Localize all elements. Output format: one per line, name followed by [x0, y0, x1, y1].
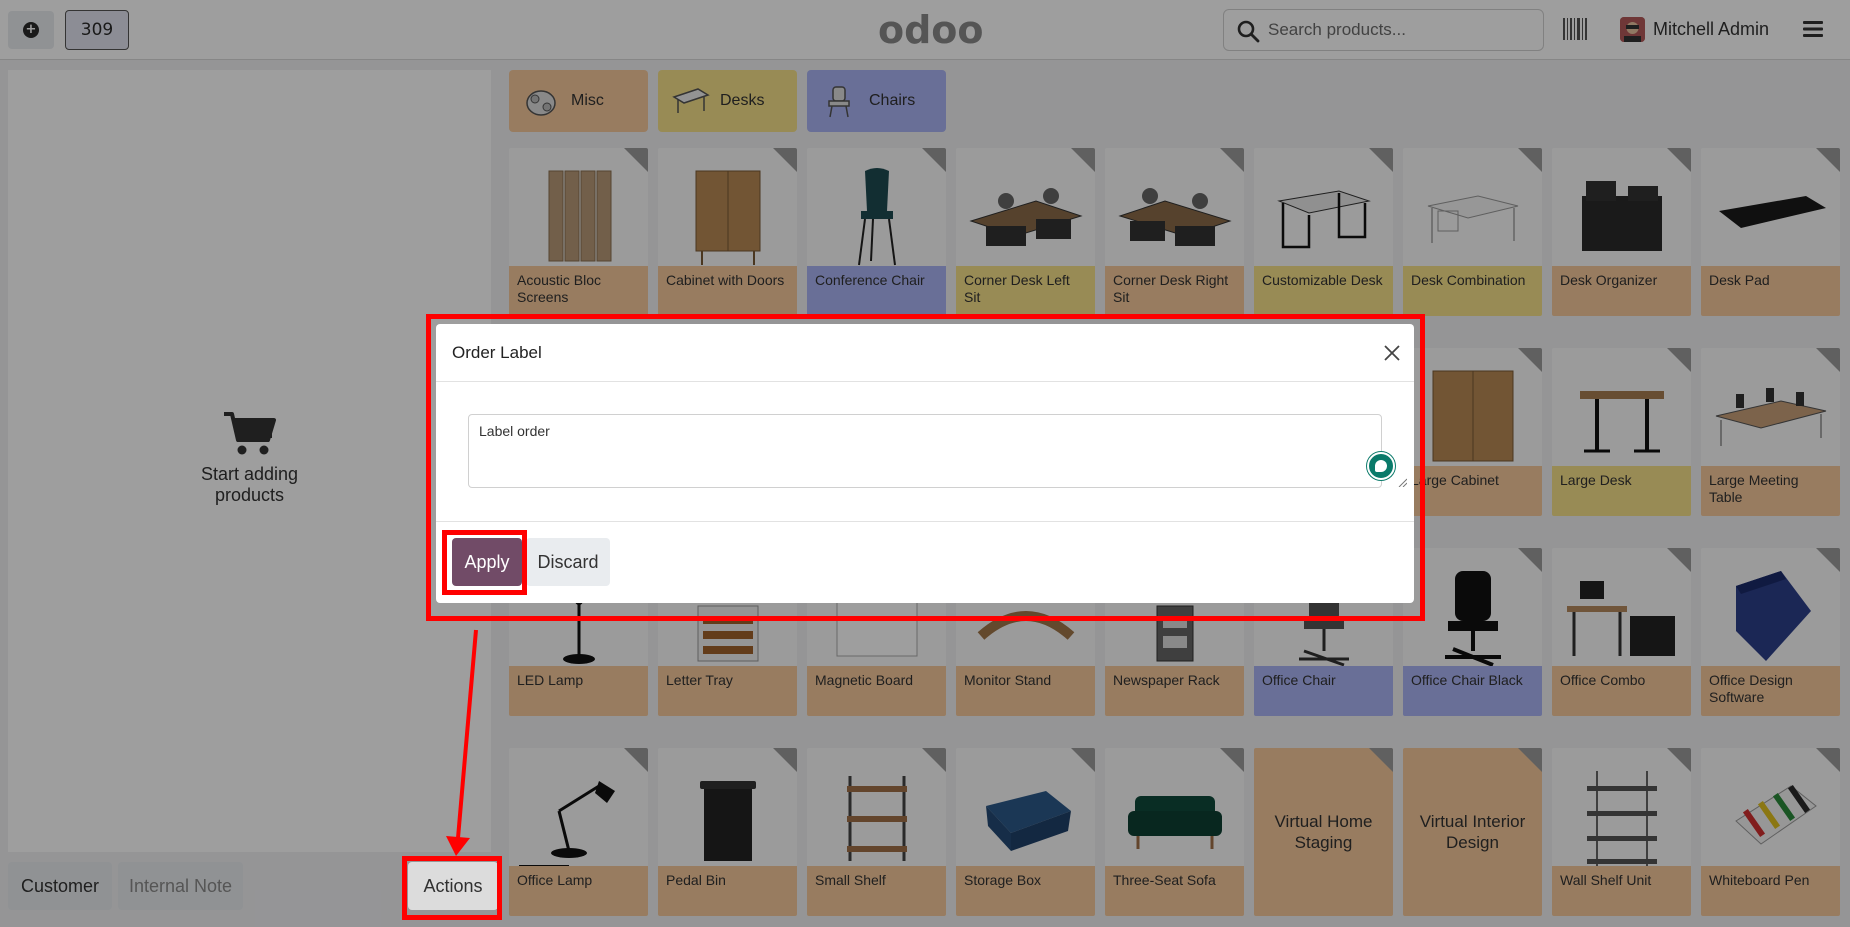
actions-highlight-box — [402, 856, 502, 920]
apply-highlight-box — [442, 530, 527, 595]
dialog-highlight-box — [426, 314, 1425, 621]
